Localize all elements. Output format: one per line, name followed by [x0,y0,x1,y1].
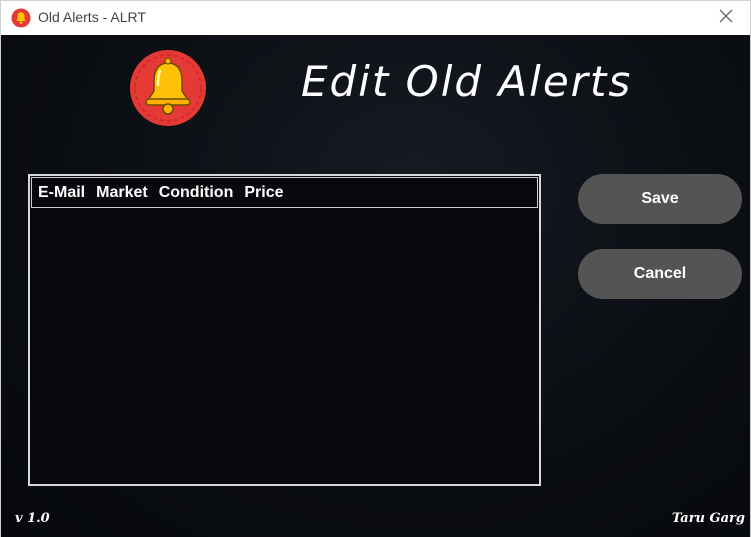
window-title: Old Alerts - ALRT [38,9,146,25]
alerts-table[interactable]: E-Mail Market Condition Price [28,174,541,486]
close-button[interactable] [708,4,744,32]
bell-icon [11,8,31,28]
save-button[interactable]: Save [578,174,742,224]
close-icon [719,9,733,28]
main-content: Edit Old Alerts E-Mail Market Condition … [1,35,750,537]
column-header-email[interactable]: E-Mail [38,184,85,202]
column-header-condition[interactable]: Condition [159,184,234,202]
bell-icon [129,49,207,127]
version-label: v 1.0 [15,511,50,526]
title-bar[interactable]: Old Alerts - ALRT [1,1,750,35]
table-header: E-Mail Market Condition Price [31,177,538,208]
page-title: Edit Old Alerts [301,57,633,106]
cancel-button[interactable]: Cancel [578,249,742,299]
column-header-price[interactable]: Price [244,184,283,202]
author-label: Taru Garg [671,511,745,526]
column-header-market[interactable]: Market [96,184,148,202]
app-window: Old Alerts - ALRT Edit Old Alerts E-Mail… [0,0,751,537]
